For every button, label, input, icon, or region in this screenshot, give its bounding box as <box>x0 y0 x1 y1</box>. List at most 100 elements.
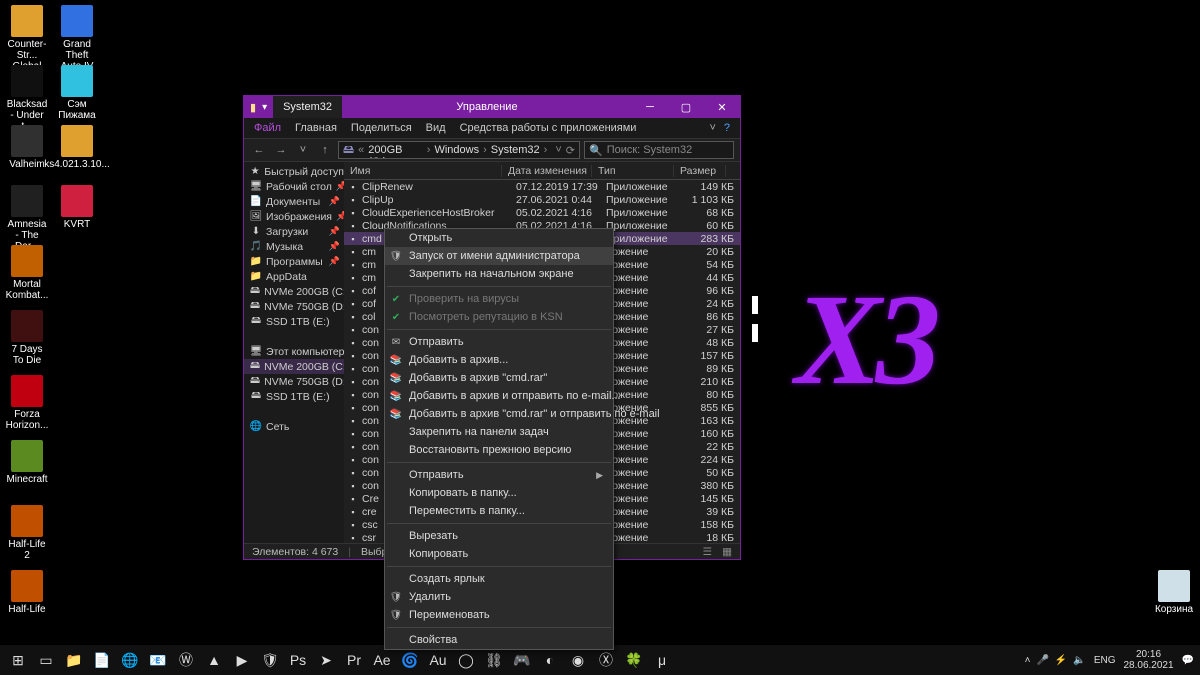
tray-icon[interactable]: 🔈 <box>1073 655 1085 666</box>
context-item[interactable]: Открыть <box>385 229 613 247</box>
nav-recent-button[interactable]: ˅ <box>294 141 312 159</box>
context-item[interactable]: 📚Добавить в архив "cmd.rar" <box>385 369 613 387</box>
taskbar-button[interactable]: ◐ <box>536 646 564 674</box>
desktop-icon[interactable]: Корзина <box>1152 570 1196 615</box>
crumb-chevron-icon[interactable]: ˅ <box>555 144 561 156</box>
pin-icon[interactable]: ▾ <box>262 102 267 113</box>
help-icon[interactable]: ? <box>724 122 730 134</box>
desktop-icon[interactable]: Minecraft <box>5 440 49 485</box>
desktop-icon[interactable]: Mortal Kombat... <box>5 245 49 301</box>
sidebar-item[interactable]: 🖴 NVMe 200GB (C: ✎ <box>244 284 344 299</box>
taskbar-button[interactable]: 📄 <box>88 646 116 674</box>
col-size[interactable]: Размер <box>674 165 726 177</box>
desktop-icon[interactable]: 7 Days To Die <box>5 310 49 366</box>
sidebar-item[interactable]: 🖥 Этот компьютер <box>244 344 344 359</box>
desktop-icon[interactable]: Grand Theft Auto IV <box>55 5 99 72</box>
crumb-2[interactable]: System32 <box>491 144 540 156</box>
ribbon-view[interactable]: Вид <box>426 122 446 134</box>
breadcrumb[interactable]: 🖴 « NVMe 200GB (C:) › Windows › System32… <box>338 141 580 159</box>
context-item[interactable]: Отправить▶ <box>385 466 613 484</box>
taskbar-button[interactable]: ▲ <box>200 646 228 674</box>
taskbar-button[interactable]: μ <box>648 646 676 674</box>
tray-icon[interactable]: ⚡ <box>1055 655 1067 666</box>
sidebar-item[interactable]: 🖼 Изображения 📌 <box>244 209 344 224</box>
desktop-icon[interactable]: Forza Horizon... <box>5 375 49 431</box>
context-item[interactable]: Восстановить прежнюю версию <box>385 441 613 459</box>
taskbar-button[interactable]: ⛓ <box>480 646 508 674</box>
sidebar-item[interactable]: 🌐 Сеть <box>244 419 344 434</box>
view-large-icon[interactable]: ▦ <box>722 546 732 558</box>
desktop-icon[interactable]: Blacksad - Under t... <box>5 65 49 132</box>
sidebar-item[interactable]: 🎵 Музыка 📌 <box>244 239 344 254</box>
crumb-refresh-icon[interactable]: ⟳ <box>566 144 575 157</box>
desktop-icon[interactable]: ks4.021.3.10... <box>55 125 99 170</box>
context-item[interactable]: 📚Добавить в архив и отправить по e-mail.… <box>385 387 613 405</box>
taskbar-button[interactable]: Ae <box>368 646 396 674</box>
maximize-button[interactable]: ▢ <box>668 96 704 118</box>
file-row[interactable]: ▪ ClipRenew 07.12.2019 17:39 Приложение … <box>344 180 740 193</box>
crumb-0[interactable]: NVMe 200GB (C:) <box>368 141 423 159</box>
taskbar-button[interactable]: ◉ <box>564 646 592 674</box>
view-details-icon[interactable]: ☰ <box>703 546 712 558</box>
context-item[interactable]: Вырезать <box>385 527 613 545</box>
ribbon-file[interactable]: Файл <box>254 122 281 134</box>
taskbar-button[interactable]: 🍀 <box>620 646 648 674</box>
desktop-icon[interactable]: Half-Life 2 <box>5 505 49 561</box>
nav-forward-button[interactable]: → <box>272 141 290 159</box>
sidebar-item[interactable]: 🖴 SSD 1TB (E:) <box>244 389 344 404</box>
sidebar-item[interactable]: 📁 Программы 📌 <box>244 254 344 269</box>
sidebar-item[interactable]: 🖴 NVMe 200GB (C:) <box>244 359 344 374</box>
desktop-icon[interactable]: Valheim <box>5 125 49 170</box>
taskbar-button[interactable]: Ps <box>284 646 312 674</box>
notification-icon[interactable]: 💬 <box>1182 655 1194 666</box>
sidebar-item[interactable]: 📄 Документы 📌 <box>244 194 344 209</box>
taskbar-button[interactable]: Ⓧ <box>592 646 620 674</box>
titlebar-context-tab[interactable]: Управление <box>342 96 632 118</box>
tray-lang[interactable]: ENG <box>1094 655 1116 666</box>
taskbar-button[interactable]: ⊞ <box>4 646 32 674</box>
context-item[interactable]: Переместить в папку... <box>385 502 613 520</box>
taskbar-button[interactable]: ➤ <box>312 646 340 674</box>
ribbon-expand-icon[interactable]: ˅ <box>709 122 715 134</box>
tray-icon[interactable]: ˄ <box>1025 655 1031 666</box>
sidebar-item[interactable]: 🖴 SSD 1TB (E:) <box>244 314 344 329</box>
context-item[interactable]: 🛡Удалить <box>385 588 613 606</box>
desktop-icon[interactable]: Half-Life <box>5 570 49 615</box>
titlebar[interactable]: ▮ ▾ System32 Управление ─ ▢ ✕ <box>244 96 740 118</box>
col-date[interactable]: Дата изменения <box>502 165 592 177</box>
sidebar-item[interactable]: 🖥 Рабочий стол 📌 <box>244 179 344 194</box>
sidebar-item[interactable]: 🖴 NVMe 750GB (D:) <box>244 374 344 389</box>
taskbar-button[interactable]: 🌐 <box>116 646 144 674</box>
col-name[interactable]: Имя <box>344 165 502 177</box>
context-item[interactable]: 📚Добавить в архив "cmd.rar" и отправить … <box>385 405 613 423</box>
taskbar-button[interactable]: 🛡 <box>256 646 284 674</box>
desktop-icon[interactable]: Amnesia - The Dar... <box>5 185 49 252</box>
ribbon-home[interactable]: Главная <box>295 122 337 134</box>
desktop-icon[interactable]: Сэм Пижама <box>55 65 99 121</box>
taskbar-button[interactable]: 📧 <box>144 646 172 674</box>
taskbar-button[interactable]: 🌀 <box>396 646 424 674</box>
sidebar-item[interactable]: 🖴 NVMe 750GB (D: ✎ <box>244 299 344 314</box>
context-item[interactable]: 🛡Переименовать <box>385 606 613 624</box>
file-row[interactable]: ▪ ClipUp 27.06.2021 0:44 Приложение 1 10… <box>344 193 740 206</box>
crumb-1[interactable]: Windows <box>434 144 479 156</box>
taskbar-button[interactable]: Au <box>424 646 452 674</box>
context-item[interactable]: Закрепить на начальном экране <box>385 265 613 283</box>
context-item[interactable]: Свойства <box>385 631 613 649</box>
taskbar-button[interactable]: ◯ <box>452 646 480 674</box>
context-item[interactable]: 📚Добавить в архив... <box>385 351 613 369</box>
sidebar-item[interactable]: ⬇ Загрузки 📌 <box>244 224 344 239</box>
tray-clock[interactable]: 20:16 28.06.2021 <box>1123 649 1173 671</box>
nav-up-button[interactable]: ↑ <box>316 141 334 159</box>
sidebar-item[interactable]: ★ Быстрый доступ <box>244 164 344 179</box>
taskbar-button[interactable]: ▭ <box>32 646 60 674</box>
context-item[interactable]: Копировать в папку... <box>385 484 613 502</box>
close-button[interactable]: ✕ <box>704 96 740 118</box>
sidebar-item[interactable]: 📁 AppData <box>244 269 344 284</box>
minimize-button[interactable]: ─ <box>632 96 668 118</box>
ribbon-share[interactable]: Поделиться <box>351 122 412 134</box>
nav-back-button[interactable]: ← <box>250 141 268 159</box>
context-item[interactable]: Копировать <box>385 545 613 563</box>
taskbar-button[interactable]: Pr <box>340 646 368 674</box>
taskbar-button[interactable]: ▶ <box>228 646 256 674</box>
